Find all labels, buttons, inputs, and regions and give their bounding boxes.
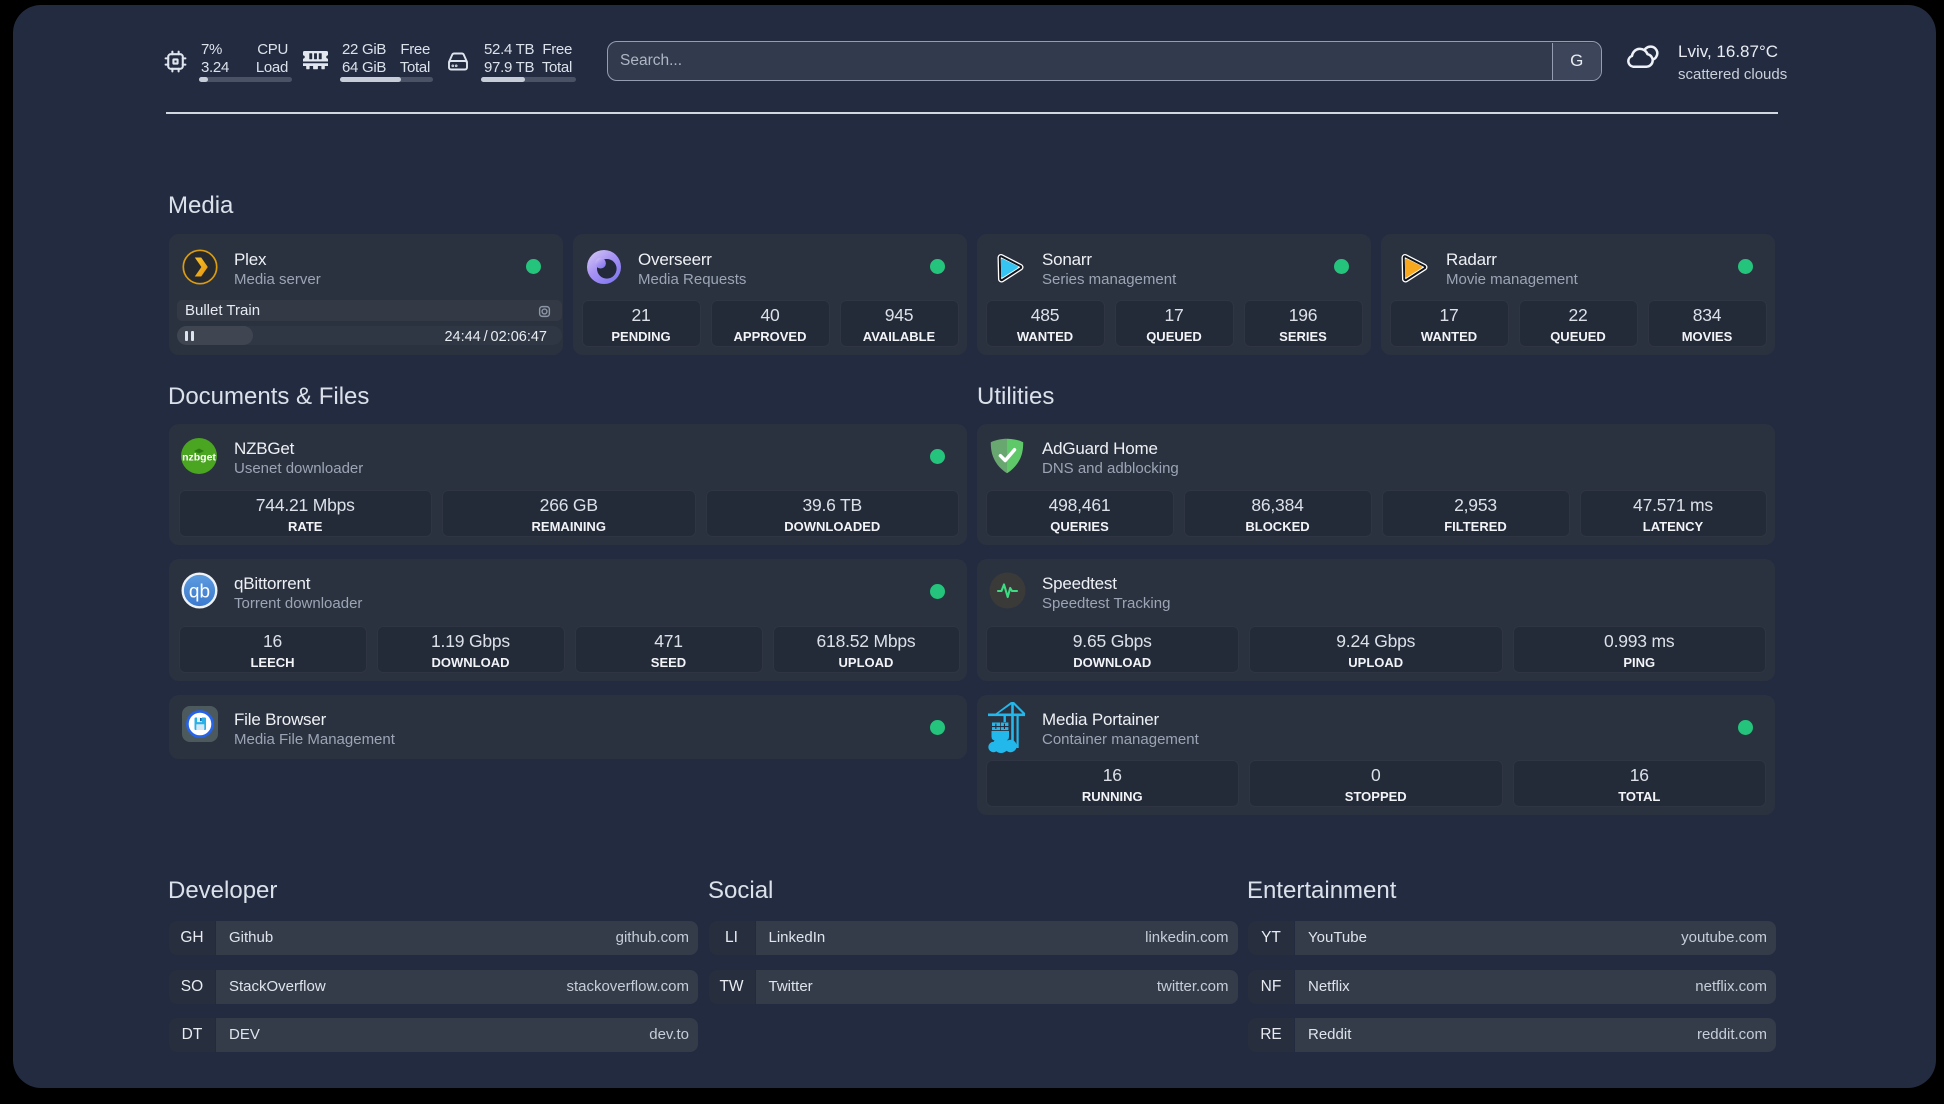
svg-text:qb: qb <box>189 582 210 603</box>
svg-text:nzbget: nzbget <box>182 452 216 464</box>
